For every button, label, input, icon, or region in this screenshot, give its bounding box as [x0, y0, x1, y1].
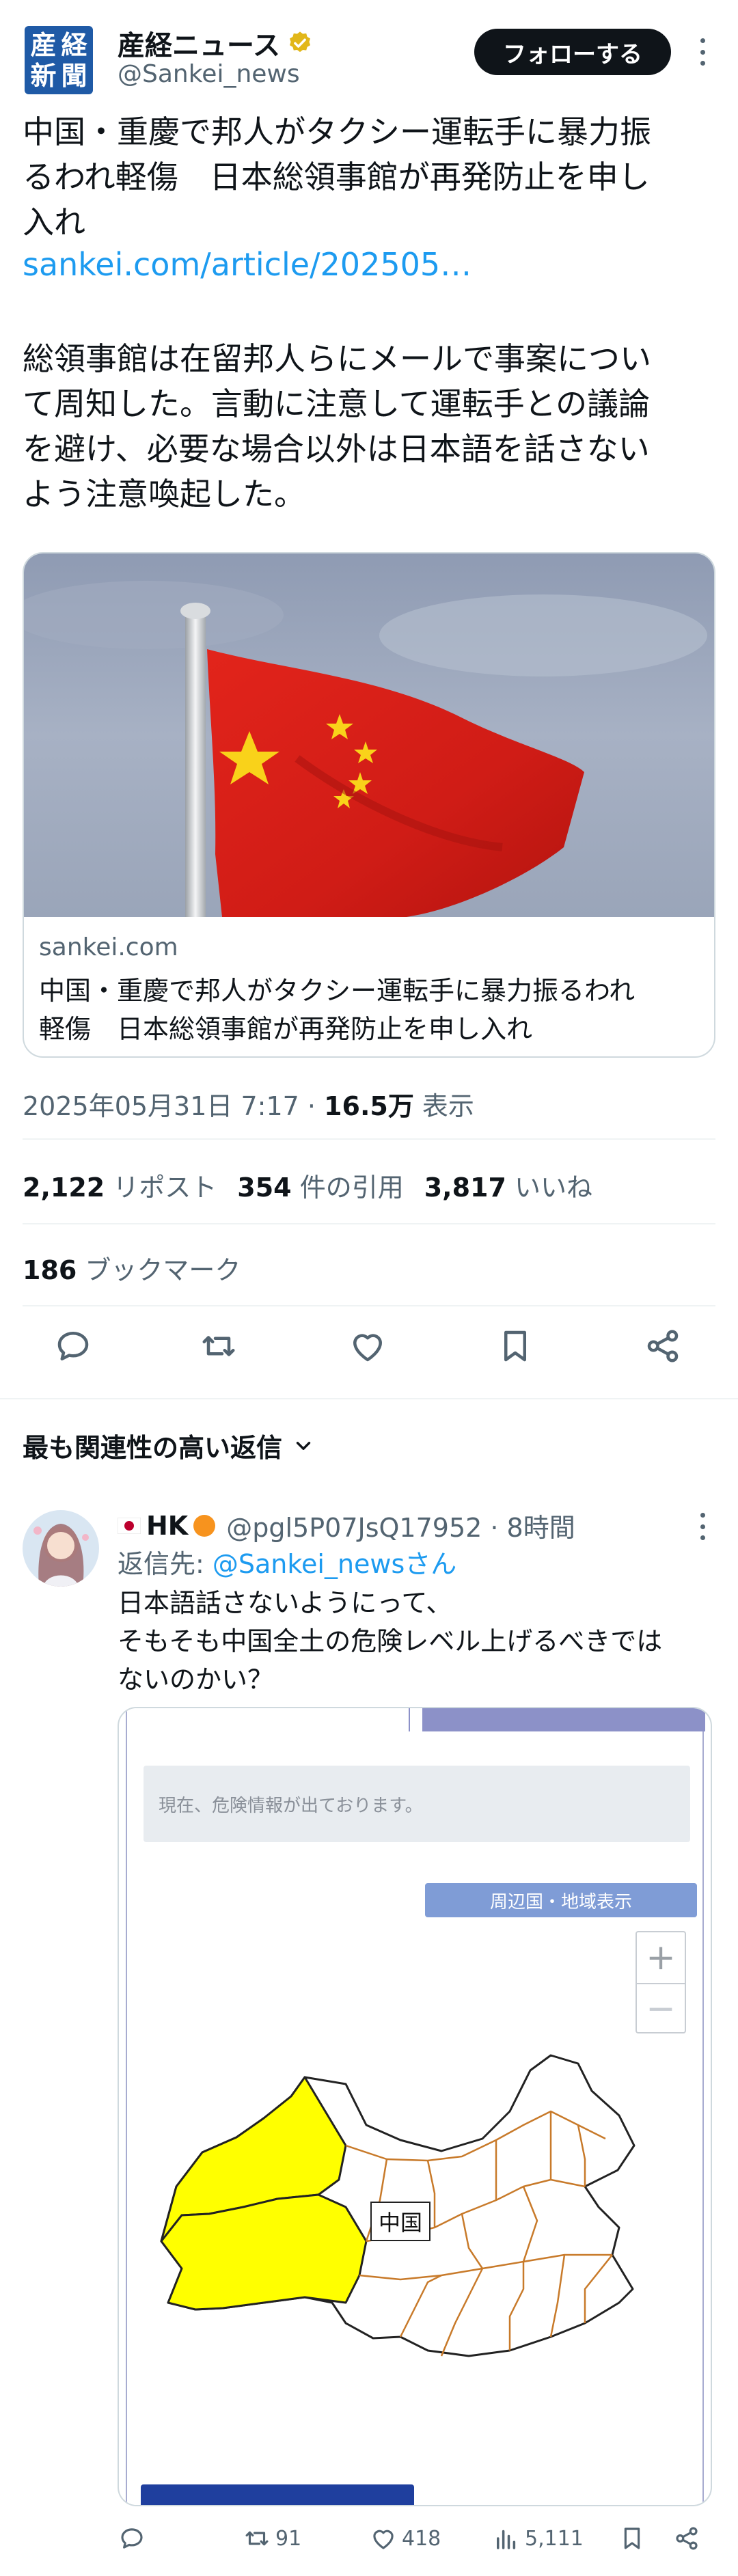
map-country-label: 中国	[370, 2202, 431, 2241]
reposts-stat[interactable]: 2,122 リポスト	[23, 1166, 217, 1204]
tweet-timestamp[interactable]: 2025年05月31日 7:17 ·	[23, 1091, 324, 1121]
bookmarks-label: ブックマーク	[77, 1255, 241, 1285]
divider	[23, 1223, 715, 1224]
tweet-header: 産 経 新 聞 産経ニュース @Sankei_news フォローする	[0, 0, 738, 102]
divider	[23, 1305, 715, 1306]
reply-views-count: 5,111	[525, 2526, 584, 2551]
likes-label: いいね	[506, 1173, 593, 1203]
quotes-count: 354	[237, 1173, 292, 1203]
bookmarks-count: 186	[23, 1255, 77, 1285]
section-divider	[0, 1398, 738, 1399]
reply-repost-count: 91	[275, 2526, 302, 2551]
follow-button[interactable]: フォローする	[474, 29, 671, 75]
tweet-meta: 2025年05月31日 7:17 · 16.5万 表示	[23, 1085, 474, 1123]
reply-action-bar: 91 418 5,111	[0, 2521, 738, 2562]
verified-badge-icon	[289, 31, 311, 53]
bookmarks-stat: 186 ブックマーク	[23, 1249, 241, 1287]
region-display-button: 周辺国・地域表示	[425, 1883, 697, 1917]
logo-char: 聞	[61, 59, 87, 91]
reply-share-button[interactable]	[672, 2521, 701, 2556]
like-heart-icon[interactable]	[347, 1326, 388, 1367]
card-domain: sankei.com	[39, 933, 178, 961]
reply-to-handle[interactable]: @Sankei_newsさん	[213, 1549, 456, 1579]
likes-count: 3,817	[424, 1173, 506, 1203]
tweet-link[interactable]: sankei.com/article/202505…	[23, 246, 472, 283]
tweet-stats: 2,122 リポスト 354 件の引用 3,817 いいね	[23, 1166, 592, 1204]
quotes-label: 件の引用	[291, 1173, 404, 1203]
japan-flag-icon	[118, 1517, 141, 1534]
map-bottom-button	[141, 2484, 414, 2505]
likes-stat[interactable]: 3,817 いいね	[424, 1166, 592, 1204]
divider	[23, 1138, 715, 1140]
logo-char: 経	[61, 29, 87, 60]
reply-like-count: 418	[402, 2526, 441, 2551]
like-heart-icon	[373, 2530, 394, 2549]
tweet-headline: 中国・重慶で邦人がタクシー運転手に暴力振 るわれ軽傷 日本総領事館が再発防止を申…	[23, 113, 651, 241]
repost-icon	[245, 2531, 269, 2546]
zoom-in-icon: +	[646, 1937, 676, 1978]
account-avatar[interactable]: 産 経 新 聞	[25, 26, 93, 94]
reply-attached-image[interactable]: 現在、危険情報が出ております。 周辺国・地域表示 + − 中国	[118, 1707, 712, 2506]
reply-repost-button[interactable]: 91	[243, 2521, 301, 2556]
repost-icon[interactable]	[198, 1326, 239, 1367]
tweet-action-bar	[0, 1326, 738, 1383]
bookmark-icon	[624, 2527, 640, 2549]
views-count: 16.5万	[324, 1091, 414, 1121]
danger-info-box: 現在、危険情報が出ております。	[144, 1766, 690, 1842]
card-image-flag	[24, 553, 714, 917]
reply-icon	[121, 2528, 143, 2549]
map-tab	[422, 1708, 705, 1731]
chevron-down-icon	[296, 1441, 311, 1450]
reply-header: HK @pgl5P07JsQ17952 · 8時間	[118, 1507, 575, 1544]
reply-handle-time[interactable]: @pgl5P07JsQ17952 · 8時間	[226, 1507, 575, 1544]
reply-reply-button[interactable]	[118, 2521, 146, 2556]
reply-views-button[interactable]: 5,111	[492, 2521, 584, 2556]
views-label: 表示	[413, 1091, 474, 1121]
reply-avatar[interactable]	[23, 1510, 99, 1587]
link-preview-card[interactable]: sankei.com 中国・重慶で邦人がタクシー運転手に暴力振るわれ 軽傷 日本…	[23, 552, 715, 1058]
reply-more-options-icon[interactable]	[693, 1513, 712, 1540]
reposts-count: 2,122	[23, 1173, 105, 1203]
reposts-label: リポスト	[105, 1173, 217, 1203]
views-chart-icon	[497, 2530, 516, 2549]
reply-bookmark-button[interactable]	[618, 2521, 646, 2556]
map-screenshot: 現在、危険情報が出ております。 周辺国・地域表示 + − 中国	[126, 1708, 705, 2505]
tweet-body: 総領事館は在留邦人らにメールで事案につい て周知した。言動に注意して運転手との議…	[23, 340, 651, 512]
quotes-stat[interactable]: 354 件の引用	[237, 1166, 403, 1204]
china-map	[160, 2054, 636, 2357]
logo-char: 産	[30, 29, 57, 60]
logo-char: 新	[30, 59, 57, 91]
card-title: 中国・重慶で邦人がタクシー運転手に暴力振るわれ 軽傷 日本総領事館が再発防止を申…	[39, 976, 636, 1044]
reply-text: 日本語話さないようにって、 そもそも中国全土の危険レベル上げるべきでは ないのか…	[118, 1588, 663, 1695]
more-options-icon[interactable]	[693, 38, 712, 66]
reply-to-prefix: 返信先:	[118, 1549, 213, 1579]
reply-like-button[interactable]: 418	[369, 2521, 441, 2556]
account-name-row[interactable]: 産経ニュース	[118, 23, 313, 63]
orange-circle-icon	[193, 1514, 216, 1537]
reply-display-name[interactable]: HK	[146, 1511, 188, 1541]
map-tab-outline	[409, 1708, 422, 1731]
account-display-name[interactable]: 産経ニュース	[118, 23, 280, 63]
account-handle[interactable]: @Sankei_news	[118, 60, 300, 88]
replies-sort-toggle[interactable]: 最も関連性の高い返信	[23, 1427, 315, 1464]
replies-sort-label: 最も関連性の高い返信	[23, 1433, 283, 1463]
reply-to-line: 返信先: @Sankei_newsさん	[118, 1543, 456, 1580]
share-icon[interactable]	[642, 1326, 683, 1367]
bookmark-icon[interactable]	[495, 1326, 536, 1367]
reply-icon[interactable]	[53, 1326, 94, 1367]
share-icon	[676, 2527, 698, 2550]
